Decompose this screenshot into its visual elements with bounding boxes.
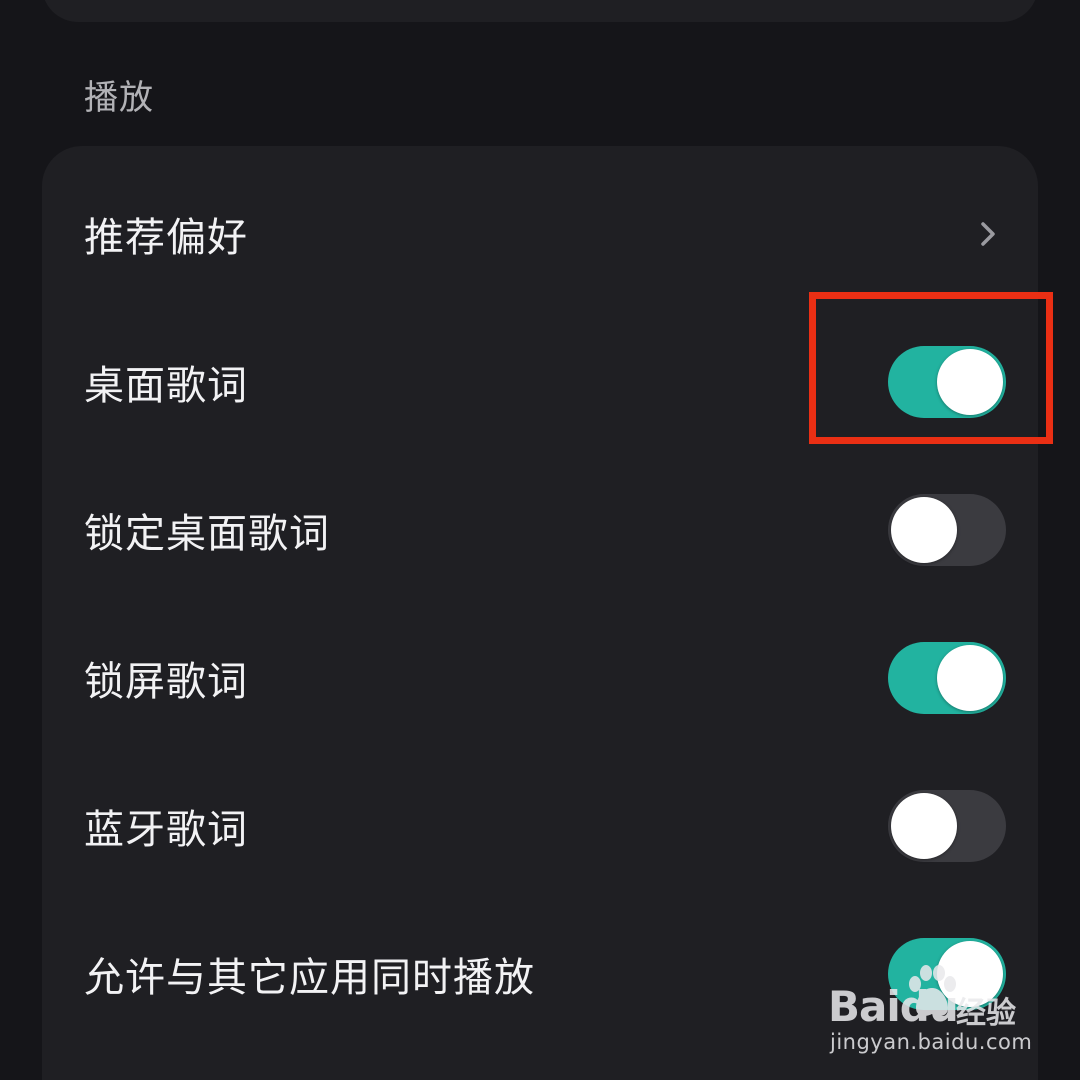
setting-row-lock-desktop-lyrics: 锁定桌面歌词 [42,456,1038,604]
toggle-knob [891,497,957,563]
watermark-url: jingyan.baidu.com [830,1030,1033,1054]
previous-section-card [42,0,1038,22]
bluetooth-lyrics-toggle[interactable] [888,790,1006,862]
setting-label: 蓝牙歌词 [84,807,248,853]
desktop-lyrics-toggle[interactable] [888,346,1006,418]
baidu-paw-icon [904,964,960,1022]
setting-row-bluetooth-lyrics: 蓝牙歌词 [42,752,1038,900]
watermark-product: 经验 [956,996,1016,1031]
setting-label: 桌面歌词 [84,363,248,409]
lock-desktop-lyrics-toggle[interactable] [888,494,1006,566]
baidu-jingyan-watermark: Baidu 经验 jingyan.baidu.com [828,960,1032,1060]
setting-row-lockscreen-lyrics: 锁屏歌词 [42,604,1038,752]
setting-row-desktop-lyrics: 桌面歌词 [42,308,1038,456]
lockscreen-lyrics-toggle[interactable] [888,642,1006,714]
section-title: 播放 [84,78,154,118]
toggle-knob [937,349,1003,415]
setting-label: 推荐偏好 [84,215,248,261]
toggle-knob [937,645,1003,711]
setting-label: 允许与其它应用同时播放 [84,955,535,1001]
chevron-right-icon [978,218,998,250]
setting-label: 锁定桌面歌词 [84,511,330,557]
setting-row-recommendation-preference[interactable]: 推荐偏好 [42,160,1038,308]
toggle-knob [891,793,957,859]
setting-label: 锁屏歌词 [84,659,248,705]
settings-screen: 播放 推荐偏好 桌面歌词 锁定桌面歌词 锁屏歌词 蓝牙歌词 允许与其它应用同时播… [0,0,1080,1080]
